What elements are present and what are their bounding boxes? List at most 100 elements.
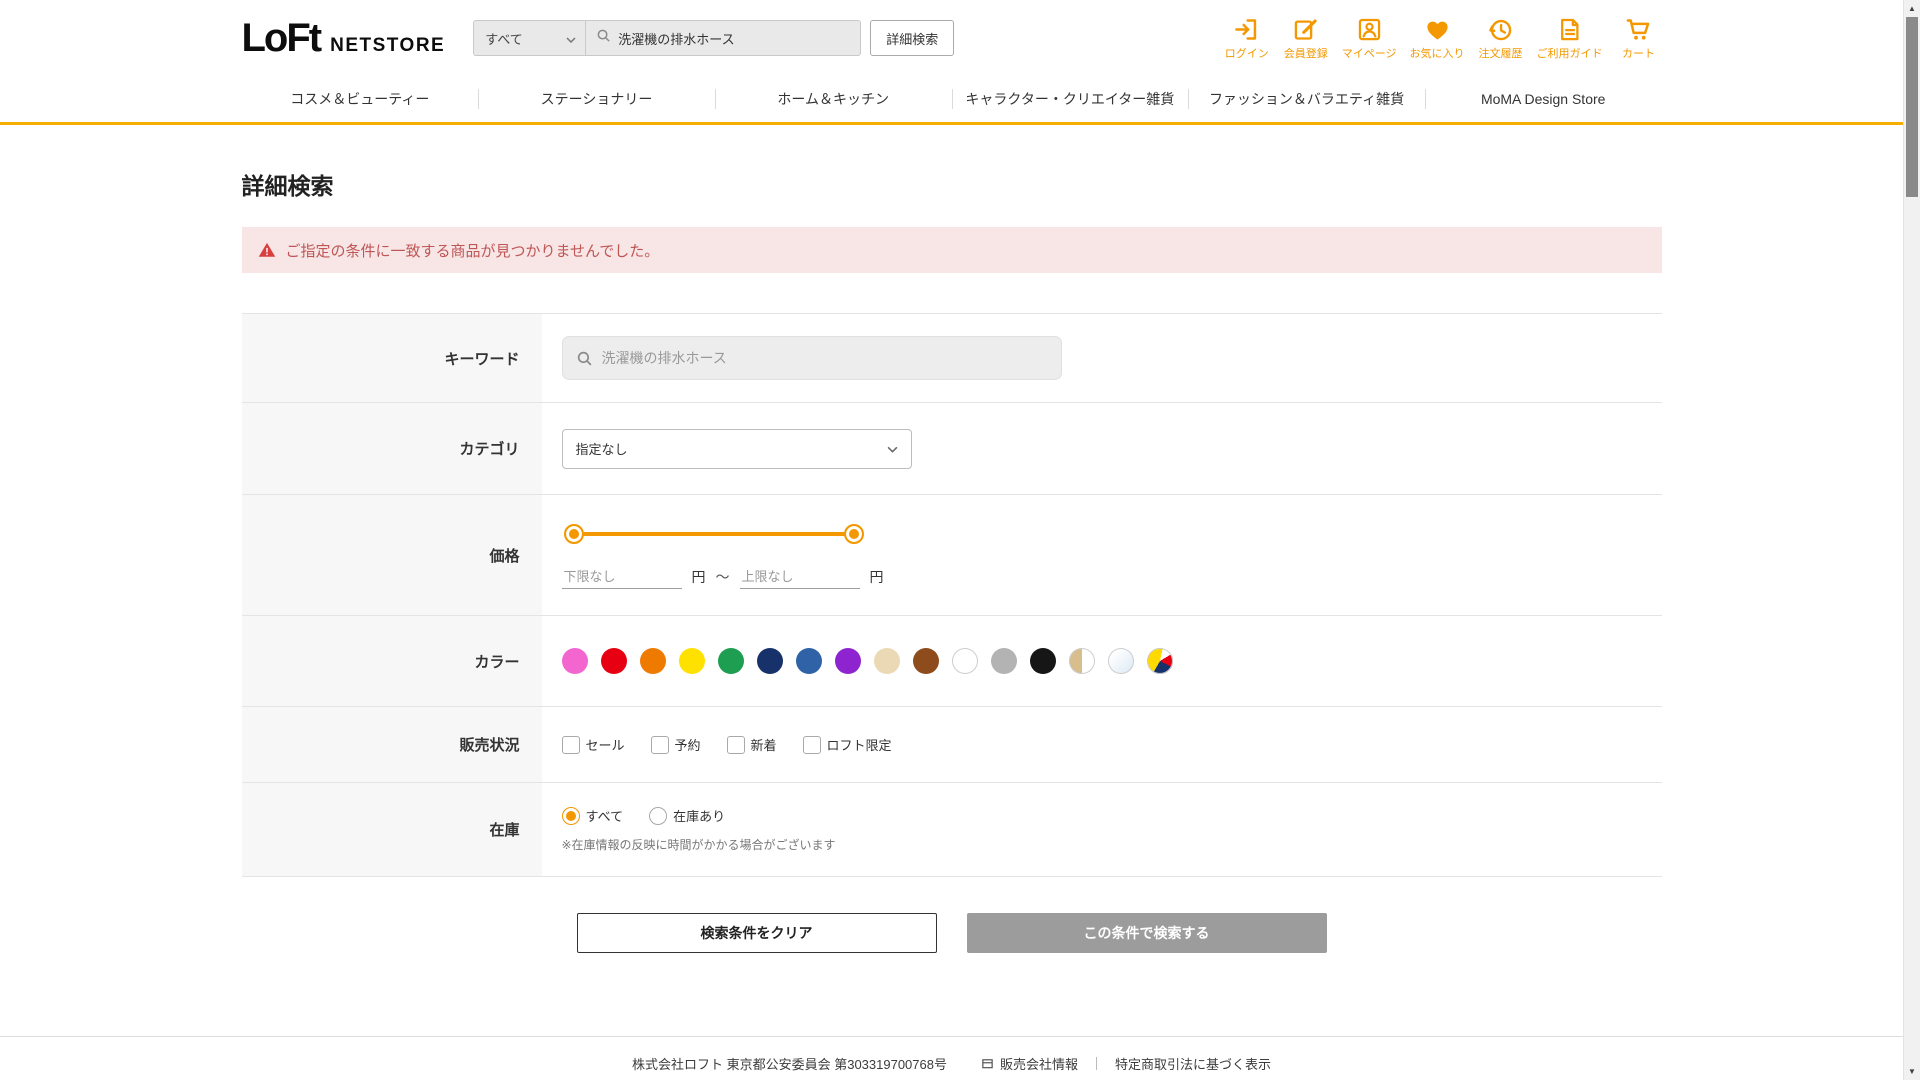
alert-message: ご指定の条件に一致する商品が見つかりませんでした。 (242, 227, 1662, 273)
color-swatch-multicolor[interactable] (1147, 648, 1173, 674)
color-swatch-gray[interactable] (991, 648, 1017, 674)
register-icon (1292, 16, 1319, 43)
clear-conditions-button[interactable]: 検索条件をクリア (577, 913, 937, 953)
header-search-field (585, 20, 861, 56)
slider-handle-max[interactable] (844, 524, 864, 544)
slider-handle-min[interactable] (564, 524, 584, 544)
nav-item-moma[interactable]: MoMA Design Store (1425, 76, 1662, 122)
search-form: キーワード カテゴリ 指定なし (242, 313, 1662, 877)
stock-option-in-stock[interactable]: 在庫あり (649, 806, 725, 825)
status-label: 販売状況 (242, 707, 542, 782)
color-swatch-yellow[interactable] (679, 648, 705, 674)
login-icon (1233, 16, 1260, 43)
color-swatch-purple[interactable] (835, 648, 861, 674)
nav-item-home-kitchen[interactable]: ホーム＆キッチン (715, 76, 952, 122)
mypage-icon (1356, 16, 1383, 43)
color-swatch-white[interactable] (952, 648, 978, 674)
usermenu-label-favorites: お気に入り (1410, 45, 1465, 61)
nav-item-cosme[interactable]: コスメ＆ビューティー (242, 76, 479, 122)
usermenu-cart[interactable]: カート (1616, 16, 1662, 61)
usermenu-register[interactable]: 会員登録 (1283, 16, 1329, 61)
price-range-slider (564, 523, 864, 545)
nav-item-stationery[interactable]: ステーショナリー (478, 76, 715, 122)
status-option-loft-limited[interactable]: ロフト限定 (803, 735, 892, 754)
history-icon (1487, 16, 1514, 43)
form-row-color: カラー (242, 616, 1662, 707)
scroll-down-arrow[interactable]: ▼ (1904, 1063, 1920, 1080)
checkbox-label-new: 新着 (751, 735, 777, 754)
form-row-keyword: キーワード (242, 314, 1662, 403)
usermenu-label-order-history: 注文履歴 (1479, 45, 1523, 61)
color-swatch-red[interactable] (601, 648, 627, 674)
checkbox-label-loft-limited: ロフト限定 (827, 735, 892, 754)
price-max-input[interactable] (740, 565, 860, 589)
search-category-value: すべて (485, 29, 523, 48)
color-swatch-gold-silver[interactable] (1069, 648, 1095, 674)
checkbox-loft-limited (803, 736, 821, 754)
detail-search-button[interactable]: 詳細検索 (870, 20, 954, 56)
footer-link-tokushoho[interactable]: 特定商取引法に基づく表示 (1115, 1054, 1271, 1073)
heart-icon (1424, 16, 1451, 43)
usermenu-label-register: 会員登録 (1284, 45, 1328, 61)
stock-option-all[interactable]: すべて (562, 806, 624, 825)
color-swatch-beige[interactable] (874, 648, 900, 674)
usermenu-mypage[interactable]: マイページ (1342, 16, 1397, 61)
header-search-input[interactable] (618, 31, 850, 46)
nav-item-fashion[interactable]: ファッション＆バラエティ雑貨 (1188, 76, 1425, 122)
footer-link-label-seller-info: 販売会社情報 (1000, 1054, 1078, 1073)
color-swatch-navy[interactable] (757, 648, 783, 674)
nav-item-character[interactable]: キャラクター・クリエイター雑貨 (952, 76, 1189, 122)
scrollbar-thumb[interactable] (1906, 17, 1918, 197)
checkbox-new (727, 736, 745, 754)
footer-link-label-tokushoho: 特定商取引法に基づく表示 (1115, 1054, 1271, 1073)
alert-text: ご指定の条件に一致する商品が見つかりませんでした。 (286, 240, 660, 261)
status-option-sale[interactable]: セール (562, 735, 625, 754)
color-swatch-orange[interactable] (640, 648, 666, 674)
header-search-bar: すべて 詳細検索 (473, 20, 954, 56)
stock-label: 在庫 (242, 783, 542, 876)
footer-link-seller-info[interactable]: 販売会社情報 (981, 1054, 1078, 1073)
form-actions: 検索条件をクリア この条件で検索する (242, 913, 1662, 953)
color-swatch-pink[interactable] (562, 648, 588, 674)
chevron-down-icon (566, 31, 576, 46)
checkbox-sale (562, 736, 580, 754)
page-title: 詳細検索 (242, 167, 1662, 201)
page: LoFt NETSTORE すべて (0, 0, 1920, 1080)
scroll-up-arrow[interactable]: ▲ (1904, 0, 1920, 17)
color-swatch-green[interactable] (718, 648, 744, 674)
price-label: 価格 (242, 495, 542, 615)
price-min-input[interactable] (562, 565, 682, 589)
usermenu-favorites[interactable]: お気に入り (1410, 16, 1465, 61)
price-unit-label: 円 (870, 567, 884, 587)
color-swatch-blue[interactable] (796, 648, 822, 674)
form-row-stock: 在庫 すべて在庫あり ※在庫情報の反映に時間がかかる場合がございます (242, 783, 1662, 877)
slider-track[interactable] (574, 532, 854, 536)
usermenu-guide[interactable]: ご利用ガイド (1537, 16, 1603, 61)
logo-brand-text: LoFt (242, 16, 321, 61)
keyword-label: キーワード (242, 314, 542, 402)
search-category-select[interactable]: すべて (473, 20, 585, 56)
usermenu-order-history[interactable]: 注文履歴 (1478, 16, 1524, 61)
category-select[interactable]: 指定なし (562, 429, 912, 469)
color-swatch-clear[interactable] (1108, 648, 1134, 674)
status-option-new[interactable]: 新着 (727, 735, 777, 754)
footer-company-text: 株式会社ロフト 東京都公安委員会 第303319700768号 (632, 1054, 947, 1073)
keyword-input[interactable] (602, 350, 1048, 366)
logo-sub-text: NETSTORE (330, 35, 445, 57)
radio-label-all: すべて (586, 806, 624, 825)
main-nav: コスメ＆ビューティーステーショナリーホーム＆キッチンキャラクター・クリエイター雑… (242, 76, 1662, 122)
stock-options: すべて 在庫あり (562, 806, 1662, 825)
search-icon (576, 350, 593, 367)
usermenu-label-mypage: マイページ (1342, 45, 1397, 61)
vertical-scrollbar: ▲ ▼ (1903, 0, 1920, 1080)
search-submit-button[interactable]: この条件で検索する (967, 913, 1327, 953)
usermenu-login[interactable]: ログイン (1224, 16, 1270, 61)
storefront-icon (981, 1057, 994, 1070)
status-options: セール 予約 新着 ロフト限定 (562, 735, 1662, 754)
color-swatch-black[interactable] (1030, 648, 1056, 674)
color-swatch-list (562, 648, 1662, 674)
status-option-reserve[interactable]: 予約 (651, 735, 701, 754)
color-swatch-brown[interactable] (913, 648, 939, 674)
loft-logo[interactable]: LoFt NETSTORE (242, 16, 446, 61)
site-header: LoFt NETSTORE すべて (0, 0, 1903, 125)
